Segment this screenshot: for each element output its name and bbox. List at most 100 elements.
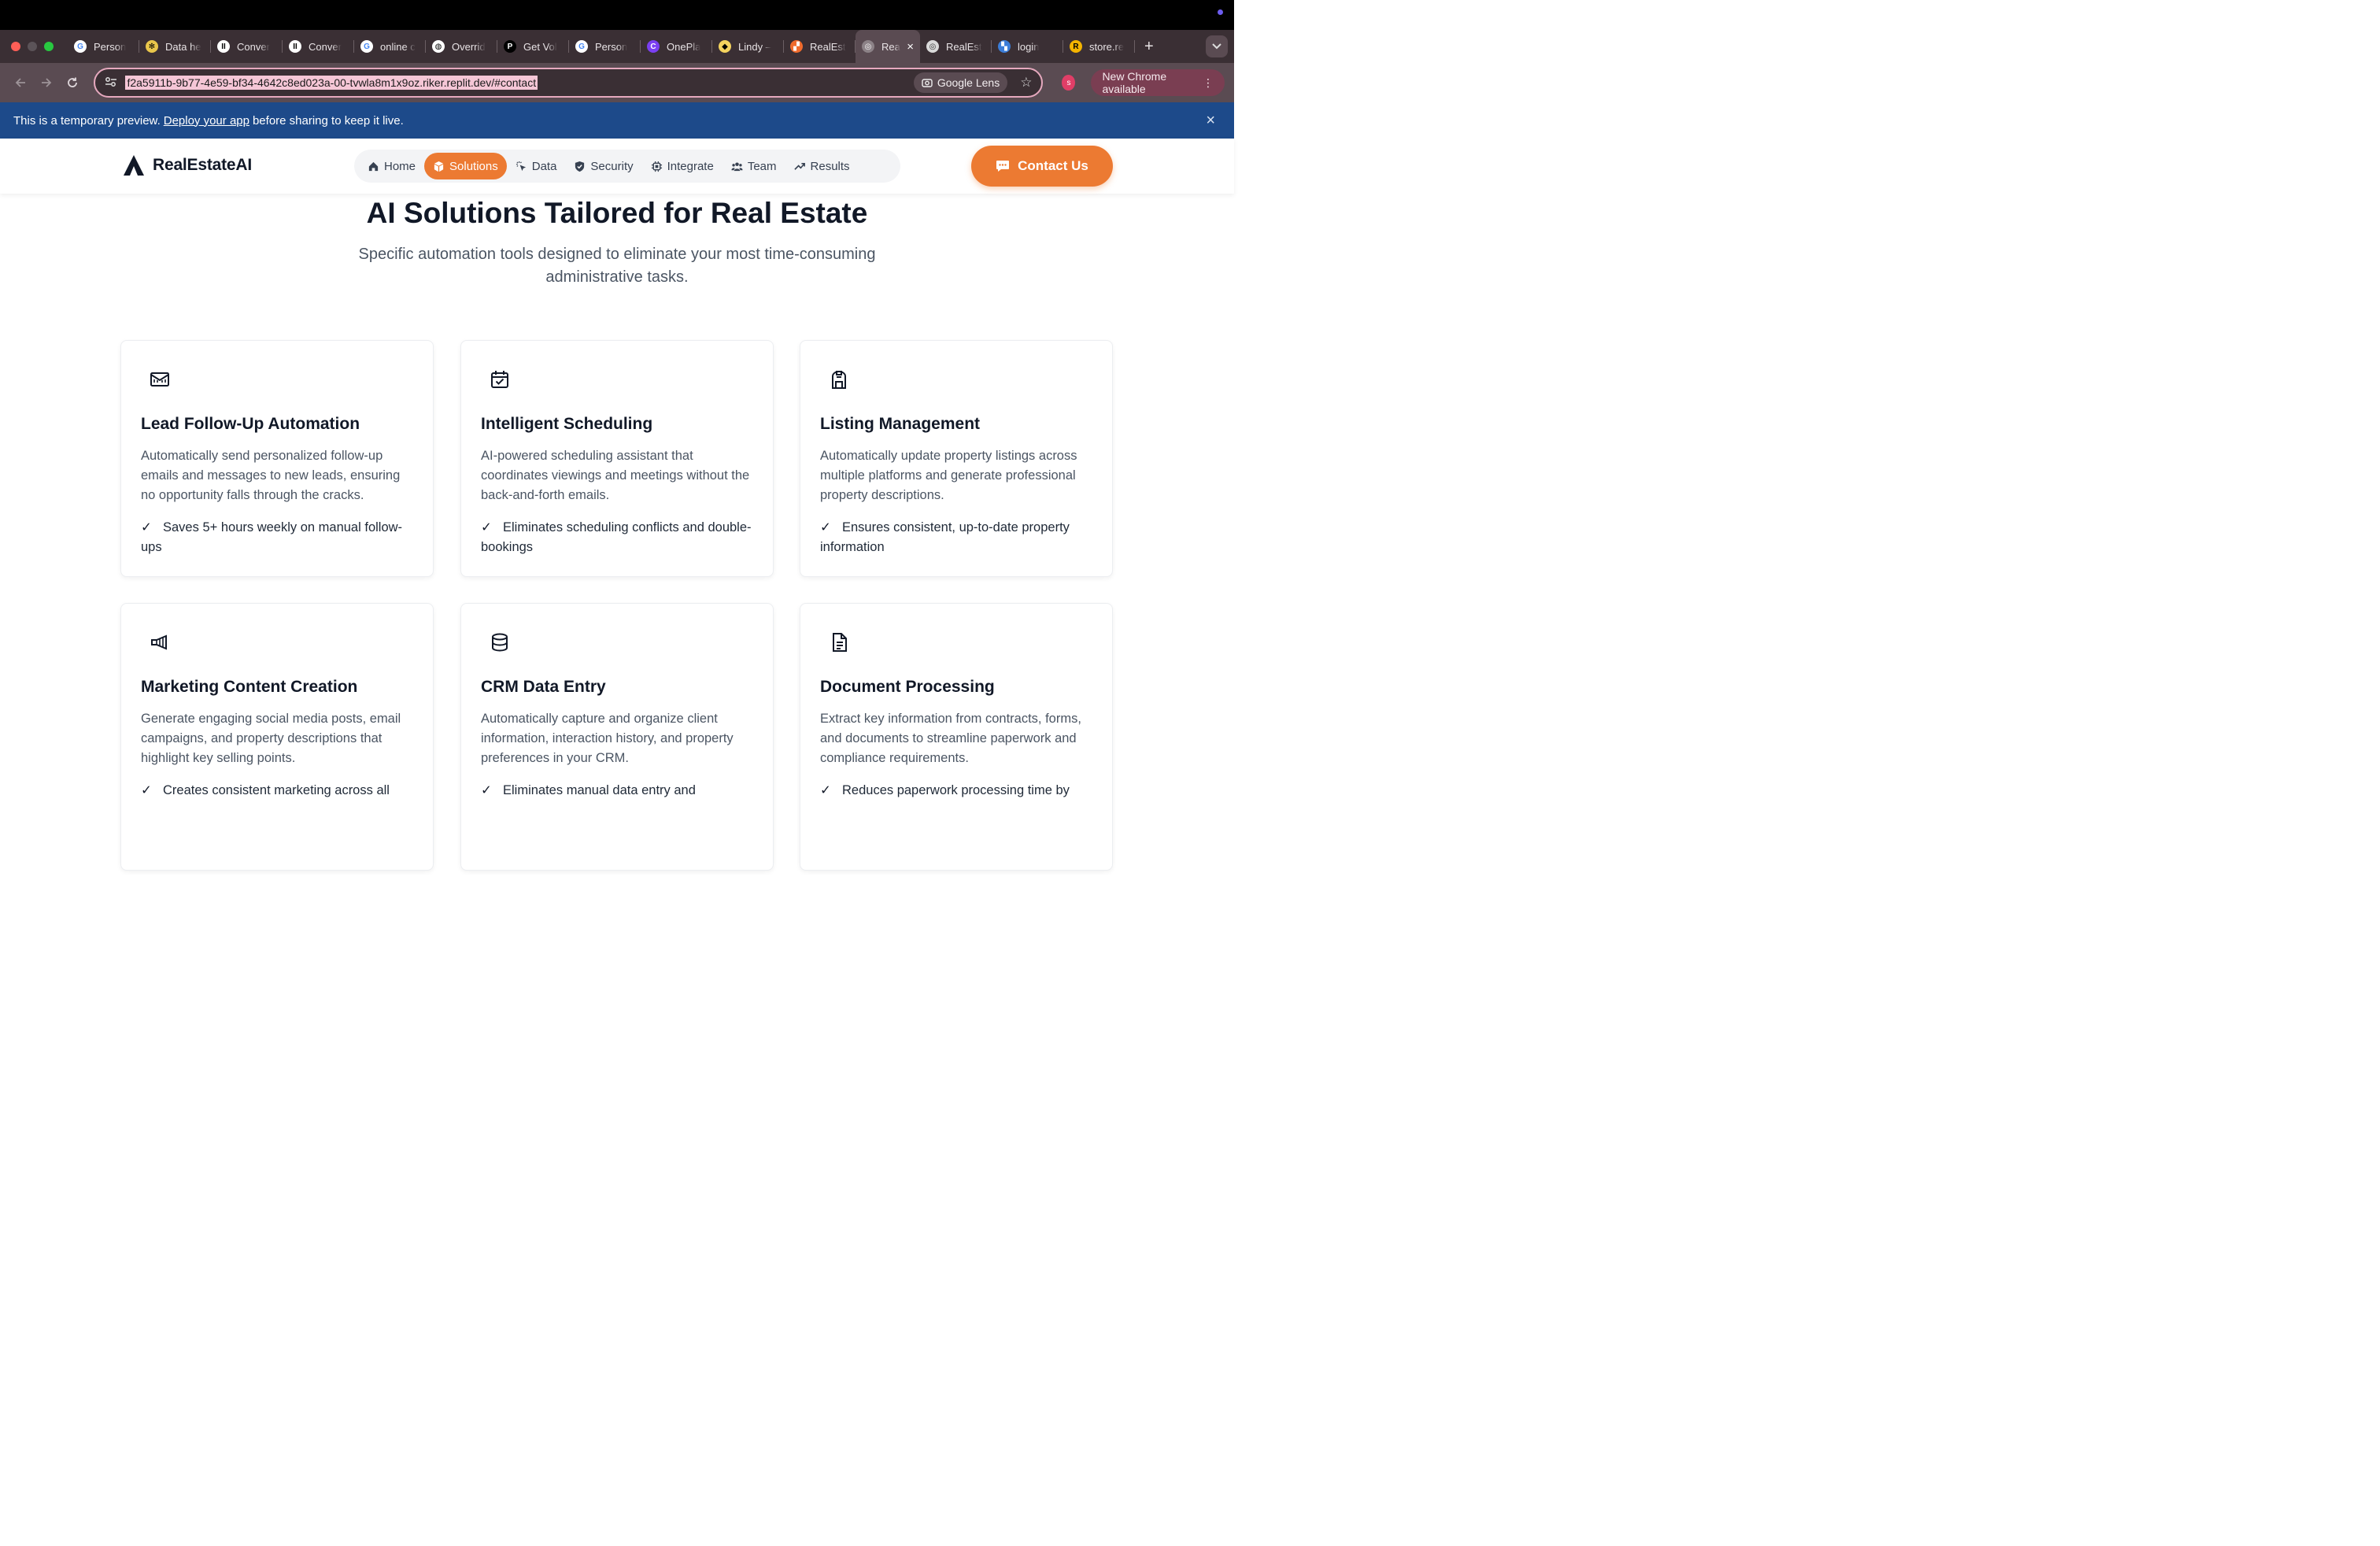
system-bar [0, 0, 1234, 30]
tab-strip: G Person ✻ Data he II Conver II Conver Gonline c… [0, 30, 1234, 63]
cube-icon [434, 161, 444, 172]
tab-a-9[interactable]: ◆ Lindy – [712, 30, 784, 63]
check-icon: ✓ [481, 520, 492, 534]
chat-icon [996, 161, 1010, 172]
solution-card: Intelligent Scheduling AI-powered schedul… [460, 340, 774, 577]
site-settings-icon[interactable] [105, 76, 119, 90]
tab-a-1[interactable]: ✻ Data he [139, 30, 211, 63]
nav-item-label: Home [384, 159, 416, 173]
zoom-window-button[interactable] [44, 42, 54, 51]
more-vert-icon[interactable]: ⋮ [1203, 76, 1214, 90]
tab-label: RealEst [946, 40, 982, 53]
tab-b-2[interactable]: Rstore.re [1063, 30, 1135, 63]
tab-a-6[interactable]: P Get Vol [497, 30, 569, 63]
forward-button[interactable] [35, 70, 57, 95]
preview-banner: This is a temporary preview. Deploy your… [0, 102, 1234, 139]
logo-icon [124, 155, 144, 176]
bookmark-star-icon[interactable]: ☆ [1020, 75, 1032, 91]
tab-b-1[interactable]: ▚ login [992, 30, 1063, 63]
tab-label: Data he [165, 40, 201, 53]
solution-card: CRM Data Entry Automatically capture and … [460, 603, 774, 871]
tab-label: Lindy – [738, 40, 771, 53]
globe-icon: ◎ [862, 40, 874, 53]
tab-label: online c [380, 40, 416, 53]
shield-icon [575, 161, 585, 172]
deploy-link[interactable]: Deploy your app [164, 114, 249, 128]
tab-a-0[interactable]: G Person [68, 30, 139, 63]
brand-logo[interactable]: RealEstateAI [123, 154, 252, 176]
favicon-icon: R [1070, 40, 1082, 53]
tab-label: OnePla [667, 40, 701, 53]
tab-search-button[interactable] [1206, 35, 1228, 57]
arrow-right-icon [41, 78, 52, 87]
tab-label: Person [94, 40, 127, 53]
tab-a-8[interactable]: C OnePla [641, 30, 712, 63]
card-title: CRM Data Entry [481, 678, 606, 696]
card-title: Intelligent Scheduling [481, 415, 653, 433]
nav-item-security[interactable]: Security [565, 153, 641, 179]
tab-label: RealEst [810, 40, 846, 53]
section-title: AI Solutions Tailored for Real Estate [366, 197, 868, 229]
solution-card: Lead Follow-Up Automation Automatically s… [120, 340, 434, 577]
nav-item-data[interactable]: Data [507, 153, 566, 179]
check-icon: ✓ [820, 520, 831, 534]
card-title: Lead Follow-Up Automation [141, 415, 360, 433]
card-description: Generate engaging social media posts, em… [141, 712, 401, 765]
card-title: Marketing Content Creation [141, 678, 358, 696]
card-benefit: ✓ Eliminates manual data entry and [481, 781, 756, 801]
minimize-window-button[interactable] [28, 42, 37, 51]
brand-name: RealEstateAI [153, 156, 252, 174]
mail-icon [150, 372, 169, 386]
card-benefit: ✓ Reduces paperwork processing time by [820, 781, 1095, 801]
nav-item-results[interactable]: Results [785, 153, 859, 179]
contact-us-button[interactable]: Contact Us [971, 146, 1113, 187]
banner-text-before: This is a temporary preview. [13, 113, 161, 128]
tab-b-0[interactable]: ◎ RealEst [920, 30, 992, 63]
tab-a-10[interactable]: ▞ RealEst [784, 30, 856, 63]
nav-item-label: Integrate [667, 159, 714, 173]
main-nav: Home Solutions Data Security Integrate Team Re… [354, 150, 900, 183]
close-banner-icon[interactable]: × [1206, 112, 1215, 130]
tab-label: Get Vol [523, 40, 557, 53]
tab-a-7[interactable]: G Person [569, 30, 641, 63]
camera-icon [922, 79, 933, 87]
solution-card: Marketing Content Creation Generate engag… [120, 603, 434, 871]
card-description: Automatically capture and organize clien… [481, 712, 734, 765]
reload-button[interactable] [61, 70, 83, 95]
nav-item-team[interactable]: Team [722, 153, 785, 179]
nav-item-label: Team [747, 159, 777, 173]
tab-label: login [1018, 40, 1040, 53]
card-description: Automatically update property listings a… [820, 449, 1077, 502]
favicon-icon: C [647, 40, 660, 53]
tab-label: Conver [309, 40, 342, 53]
check-icon: ✓ [481, 783, 492, 797]
tab-active[interactable]: ◎ Rea × [856, 30, 920, 63]
tab-a-4[interactable]: Gonline c [354, 30, 426, 63]
favicon-icon: ▞ [790, 40, 803, 53]
back-button[interactable] [9, 70, 31, 95]
nav-item-integrate[interactable]: Integrate [642, 153, 722, 179]
tab-list: G Person ✻ Data he II Conver II Conver Gonline c… [68, 30, 856, 63]
nav-item-solutions[interactable]: Solutions [424, 153, 507, 179]
banner-text-after: before sharing to keep it live. [252, 113, 404, 128]
nav-item-label: Solutions [449, 159, 498, 173]
new-tab-button[interactable]: + [1144, 38, 1154, 56]
tab-a-5[interactable]: ◍ Overrid [426, 30, 497, 63]
card-benefit-text: Reduces paperwork processing time by [842, 783, 1070, 797]
profile-avatar[interactable]: s [1062, 75, 1076, 91]
favicon-icon: II [289, 40, 301, 53]
nav-item-label: Data [531, 159, 557, 173]
url-bar[interactable]: f2a5911b-9b77-4e59-bf34-4642c8ed023a-00-… [94, 68, 1044, 98]
favicon-icon: ◆ [719, 40, 731, 53]
close-window-button[interactable] [11, 42, 20, 51]
nav-item-home[interactable]: Home [359, 153, 424, 179]
update-chrome-button[interactable]: New Chrome available ⋮ [1091, 69, 1225, 96]
megaphone-icon [151, 634, 167, 650]
address-bar: f2a5911b-9b77-4e59-bf34-4642c8ed023a-00-… [0, 63, 1234, 102]
close-tab-icon[interactable]: × [907, 40, 914, 54]
tab-a-2[interactable]: II Conver [211, 30, 283, 63]
check-icon: ✓ [141, 520, 152, 534]
tab-a-3[interactable]: II Conver [283, 30, 354, 63]
url-text[interactable]: f2a5911b-9b77-4e59-bf34-4642c8ed023a-00-… [125, 76, 538, 90]
google-lens-button[interactable]: Google Lens [913, 72, 1008, 93]
